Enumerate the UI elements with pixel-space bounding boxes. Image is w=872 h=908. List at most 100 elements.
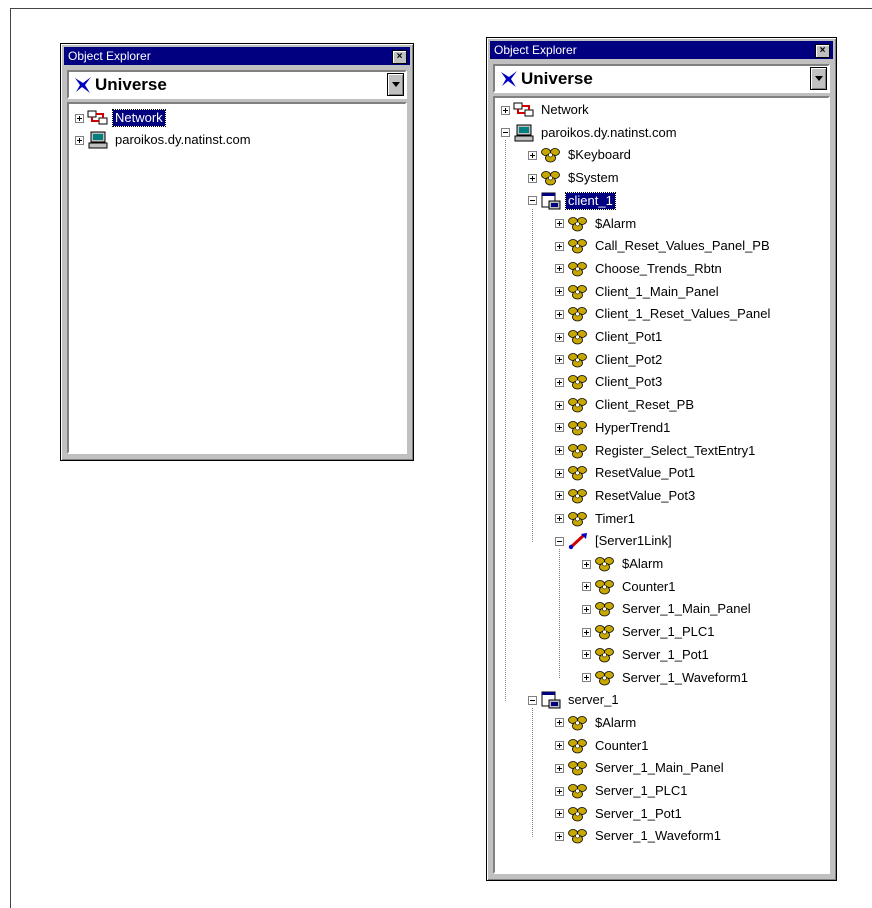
tree-item[interactable]: Server_1_Pot1 (555, 803, 684, 825)
tree-item[interactable]: Server_1_Waveform1 (555, 825, 723, 847)
tree-item[interactable]: Counter1 (582, 576, 677, 598)
tree-item[interactable]: Server_1_Waveform1 (582, 667, 750, 689)
expand-icon[interactable] (555, 264, 564, 274)
expand-icon[interactable] (582, 559, 591, 569)
tree-item[interactable]: Client_Pot1 (555, 326, 664, 348)
tree-item-label: Server_1_Waveform1 (595, 828, 721, 844)
tree-item-label: ResetValue_Pot3 (595, 487, 696, 503)
tree-item[interactable]: Counter1 (555, 735, 650, 757)
combo-dropdown-button[interactable] (810, 67, 827, 90)
title-bar[interactable]: Object Explorer × (490, 41, 833, 59)
combo-dropdown-button[interactable] (387, 73, 404, 96)
title-bar[interactable]: Object Explorer × (64, 47, 410, 65)
tree-item[interactable]: $Alarm (555, 712, 638, 734)
expand-icon[interactable] (582, 604, 591, 614)
object-icon (594, 646, 616, 664)
expand-icon[interactable] (555, 514, 564, 524)
tree-item-label: HyperTrend1 (595, 419, 671, 435)
tree-item[interactable]: paroikos.dy.natinst.com (75, 129, 253, 151)
collapse-icon[interactable] (555, 536, 564, 546)
tree-item-label: Client_1_Main_Panel (595, 283, 719, 299)
tree-item[interactable]: Network (75, 107, 166, 129)
tree-item[interactable]: Server_1_PLC1 (555, 780, 690, 802)
collapse-icon[interactable] (501, 128, 510, 138)
expand-icon[interactable] (75, 113, 84, 123)
tree-item[interactable]: HyperTrend1 (555, 417, 672, 439)
close-button[interactable]: × (815, 44, 830, 58)
expand-icon[interactable] (582, 650, 591, 660)
tree-item-label: [Server1Link] (595, 533, 672, 549)
expand-icon[interactable] (555, 831, 564, 841)
object-icon (567, 260, 589, 278)
tree-item[interactable]: Timer1 (555, 508, 637, 530)
tree-item[interactable]: Server_1_PLC1 (582, 621, 717, 643)
expand-icon[interactable] (555, 763, 564, 773)
collapse-icon[interactable] (528, 695, 537, 705)
tree-item[interactable]: Client_1_Main_Panel (555, 281, 721, 303)
expand-icon[interactable] (555, 446, 564, 455)
expand-icon[interactable] (555, 377, 564, 387)
tree-item[interactable]: [Server1Link] (555, 530, 674, 552)
tree-item[interactable]: Server_1_Main_Panel (555, 757, 726, 779)
expand-icon[interactable] (555, 809, 564, 819)
expand-icon[interactable] (528, 173, 537, 183)
tree-view[interactable]: Network paroikos.dy.natinst.com (67, 102, 407, 454)
tree-item[interactable]: Choose_Trends_Rbtn (555, 258, 724, 280)
tree-item-label: Call_Reset_Values_Panel_PB (595, 238, 770, 254)
tree-item[interactable]: Client_Pot2 (555, 349, 664, 371)
tree-item[interactable]: paroikos.dy.natinst.com (501, 122, 679, 144)
tree-item[interactable]: server_1 (528, 689, 621, 711)
tree-item-label: Choose_Trends_Rbtn (595, 260, 722, 276)
expand-icon[interactable] (555, 468, 564, 478)
object-icon (567, 305, 589, 323)
tree-item-label: Client_Pot2 (595, 351, 663, 367)
expand-icon[interactable] (555, 332, 564, 342)
expand-icon[interactable] (555, 241, 564, 251)
expand-icon[interactable] (555, 219, 564, 228)
expand-icon[interactable] (555, 741, 564, 751)
tree-item[interactable]: $System (528, 167, 621, 189)
tree-item[interactable]: ResetValue_Pot3 (555, 485, 697, 507)
expand-icon[interactable] (555, 309, 564, 319)
tree-item[interactable]: Server_1_Pot1 (582, 644, 711, 666)
tree-item-label: Client_Pot1 (595, 329, 663, 344)
universe-combobox[interactable]: Universe (493, 64, 830, 93)
tree-item[interactable]: Call_Reset_Values_Panel_PB (555, 235, 772, 257)
tree-item-label: Server_1_PLC1 (622, 624, 715, 640)
expand-icon[interactable] (582, 673, 591, 682)
expand-icon[interactable] (555, 355, 564, 365)
expand-icon[interactable] (582, 582, 591, 592)
object-icon (567, 714, 589, 732)
tree-item-label: $Alarm (622, 556, 664, 571)
close-button[interactable]: × (392, 50, 407, 64)
tree-item-label: Network (541, 102, 589, 117)
tree-item[interactable]: Server_1_Main_Panel (582, 598, 753, 620)
tree-item[interactable]: Client_Pot3 (555, 371, 664, 393)
object-icon (594, 555, 616, 573)
expand-icon[interactable] (75, 135, 84, 145)
tree-view[interactable]: Network paroikos.dy.natinst.com $Keyboard $… (493, 96, 830, 874)
tree-item[interactable]: $Alarm (555, 213, 638, 235)
tree-item[interactable]: ResetValue_Pot1 (555, 462, 697, 484)
universe-combobox[interactable]: Universe (67, 70, 407, 99)
expand-icon[interactable] (528, 150, 537, 160)
tree-item[interactable]: $Keyboard (528, 144, 633, 166)
expand-icon[interactable] (501, 105, 510, 115)
tree-item[interactable]: Network (501, 99, 591, 121)
tree-item[interactable]: $Alarm (582, 553, 665, 575)
tree-item[interactable]: Client_1_Reset_Values_Panel (555, 303, 772, 325)
collapse-icon[interactable] (528, 196, 537, 206)
tree-item[interactable]: Register_Select_TextEntry1 (555, 440, 757, 462)
tree-item-label: paroikos.dy.natinst.com (541, 124, 677, 140)
expand-icon[interactable] (555, 786, 564, 796)
expand-icon[interactable] (555, 718, 564, 728)
expand-icon[interactable] (555, 423, 564, 433)
tree-item[interactable]: client_1 (528, 190, 616, 212)
tree-item[interactable]: Client_Reset_PB (555, 394, 696, 416)
expand-icon[interactable] (555, 400, 564, 410)
computer-icon (513, 124, 535, 142)
expand-icon[interactable] (582, 627, 591, 637)
object-icon (594, 578, 616, 596)
expand-icon[interactable] (555, 287, 564, 297)
expand-icon[interactable] (555, 491, 564, 501)
